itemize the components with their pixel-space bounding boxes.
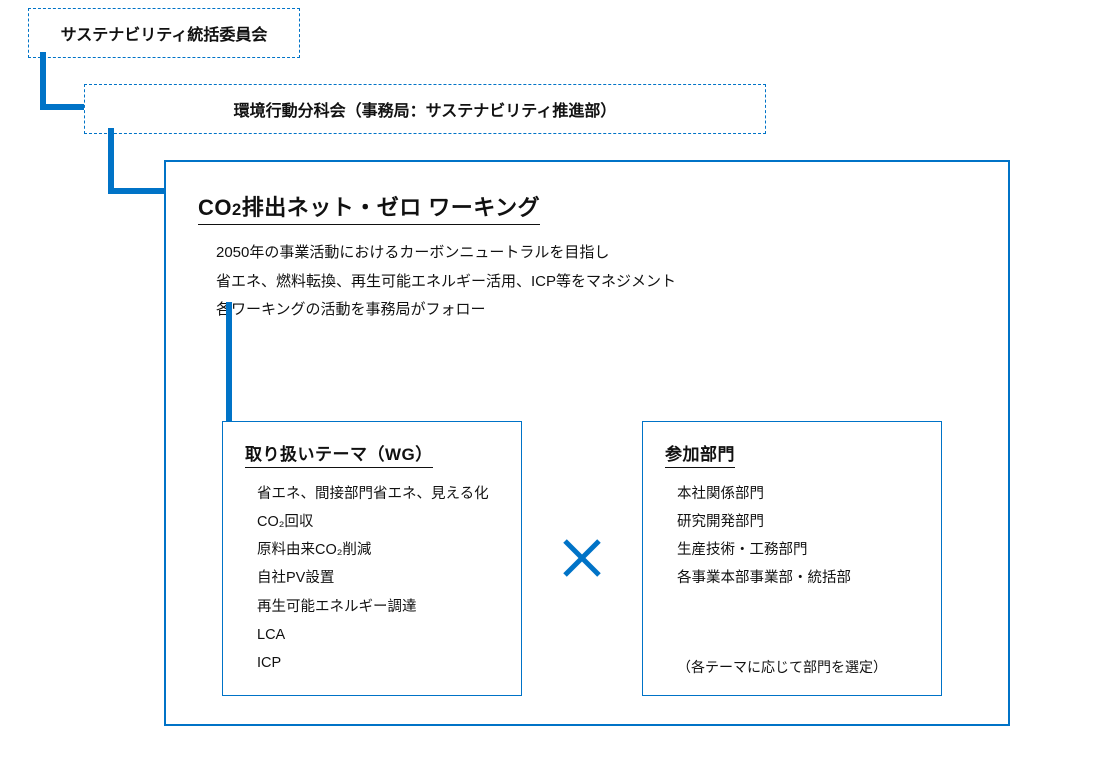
list-item: 本社関係部門 (677, 480, 919, 508)
departments-title: 参加部門 (665, 440, 735, 468)
working-group-description: 2050年の事業活動におけるカーボンニュートラルを目指し 省エネ、燃料転換、再生… (198, 239, 976, 325)
departments-box: 参加部門 本社関係部門 研究開発部門 生産技術・工務部門 各事業本部事業部・統括… (642, 421, 942, 697)
themes-title: 取り扱いテーマ（WG） (245, 440, 433, 468)
description-line: 2050年の事業活動におけるカーボンニュートラルを目指し (216, 239, 976, 268)
departments-note: （各テーマに応じて部門を選定） (665, 657, 887, 677)
list-item: 生産技術・工務部門 (677, 536, 919, 564)
list-item: CO₂回収 (257, 508, 499, 536)
list-item: LCA (257, 621, 499, 649)
themes-box: 取り扱いテーマ（WG） 省エネ、間接部門省エネ、見える化 CO₂回収 原料由来C… (222, 421, 522, 697)
committee-box: サステナビリティ統括委員会 (28, 8, 300, 58)
connector-line (40, 52, 46, 110)
connector-line (226, 302, 232, 422)
list-item: 原料由来CO₂削減 (257, 536, 499, 564)
list-item: 研究開発部門 (677, 508, 919, 536)
title-text: CO (198, 195, 232, 220)
inner-row: 取り扱いテーマ（WG） 省エネ、間接部門省エネ、見える化 CO₂回収 原料由来C… (198, 421, 976, 697)
title-text: 排出ネット・ゼロ ワーキング (242, 195, 540, 220)
subcommittee-box: 環境行動分科会（事務局：サステナビリティ推進部） (84, 84, 766, 134)
list-item: 各事業本部事業部・統括部 (677, 564, 919, 592)
cross-icon (562, 538, 602, 578)
description-line: 各ワーキングの活動を事務局がフォロー (216, 296, 976, 325)
list-item: 再生可能エネルギー調達 (257, 593, 499, 621)
subscript-2: 2 (232, 201, 242, 219)
themes-list: 省エネ、間接部門省エネ、見える化 CO₂回収 原料由来CO₂削減 自社PV設置 … (245, 480, 499, 678)
connector-line (108, 128, 114, 194)
working-group-title: CO2排出ネット・ゼロ ワーキング (198, 190, 540, 225)
list-item: 自社PV設置 (257, 564, 499, 592)
list-item: ICP (257, 649, 499, 677)
connector-line (40, 104, 84, 110)
list-item: 省エネ、間接部門省エネ、見える化 (257, 480, 499, 508)
description-line: 省エネ、燃料転換、再生可能エネルギー活用、ICP等をマネジメント (216, 268, 976, 297)
connector-line (108, 188, 164, 194)
working-group-box: CO2排出ネット・ゼロ ワーキング 2050年の事業活動におけるカーボンニュート… (164, 160, 1010, 726)
departments-list: 本社関係部門 研究開発部門 生産技術・工務部門 各事業本部事業部・統括部 (665, 480, 919, 593)
cross-wrap (522, 421, 642, 697)
